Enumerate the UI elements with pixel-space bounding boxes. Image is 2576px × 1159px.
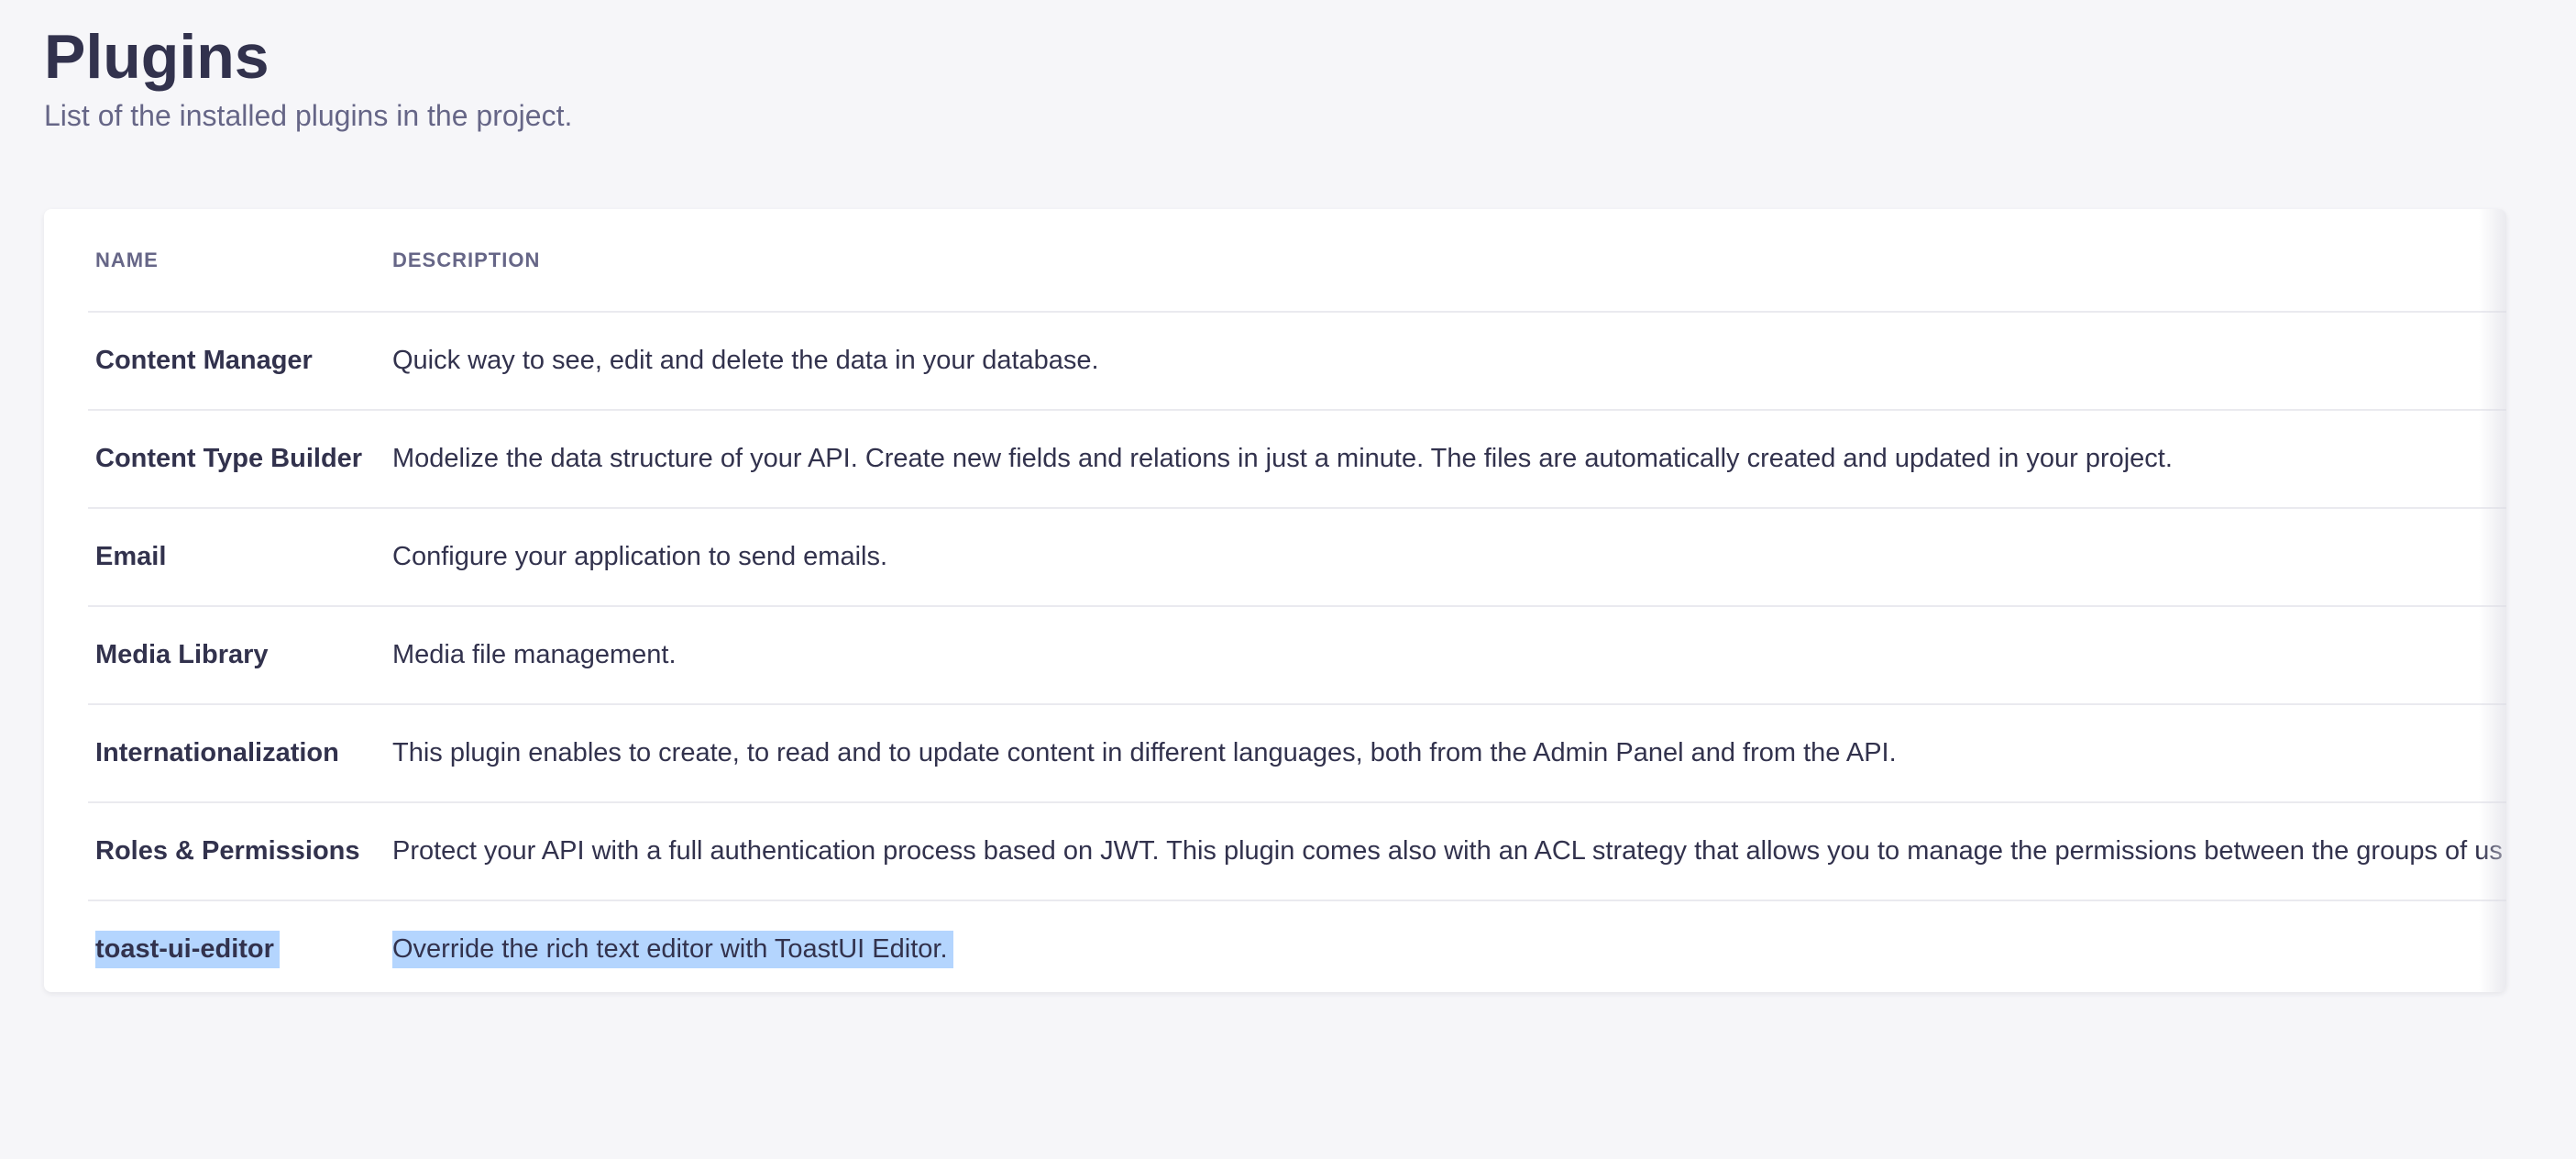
plugin-description-cell: Override the rich text editor with Toast… xyxy=(392,901,2506,992)
plugin-name: Roles & Permissions xyxy=(95,836,360,866)
table-row: Content Manager Quick way to see, edit a… xyxy=(88,313,2506,411)
plugin-description: Quick way to see, edit and delete the da… xyxy=(392,346,1099,375)
plugin-description-cell: This plugin enables to create, to read a… xyxy=(392,705,2506,801)
plugin-name-cell: Media Library xyxy=(95,607,380,703)
plugin-description-cell: Quick way to see, edit and delete the da… xyxy=(392,313,2506,409)
table-row: Email Configure your application to send… xyxy=(88,509,2506,607)
plugin-name: Email xyxy=(95,542,167,571)
plugin-description-cell: Protect your API with a full authenticat… xyxy=(392,803,2506,900)
table-header-row: NAME DESCRIPTION xyxy=(88,209,2506,313)
plugin-name: toast-ui-editor xyxy=(95,931,280,968)
plugins-table-card: NAME DESCRIPTION Content Manager Quick w… xyxy=(44,209,2506,992)
plugin-name: Internationalization xyxy=(95,738,339,767)
table-row: Roles & Permissions Protect your API wit… xyxy=(88,803,2506,901)
plugin-name-cell: Internationalization xyxy=(95,705,380,801)
plugin-description-cell: Modelize the data structure of your API.… xyxy=(392,411,2506,507)
page-subtitle: List of the installed plugins in the pro… xyxy=(44,99,573,132)
plugin-description-cell: Configure your application to send email… xyxy=(392,509,2506,605)
plugin-description: This plugin enables to create, to read a… xyxy=(392,738,1897,767)
plugin-description: Media file management. xyxy=(392,640,677,669)
plugin-description: Override the rich text editor with Toast… xyxy=(392,931,953,968)
column-header-description-label: DESCRIPTION xyxy=(392,248,541,271)
plugin-name-cell: Roles & Permissions xyxy=(95,803,380,900)
plugins-page: Plugins List of the installed plugins in… xyxy=(0,0,2576,1159)
plugin-description: Modelize the data structure of your API.… xyxy=(392,444,2173,473)
table-row: Media Library Media file management. xyxy=(88,607,2506,705)
table-row: Internationalization This plugin enables… xyxy=(88,705,2506,803)
column-header-description: DESCRIPTION xyxy=(392,209,2506,311)
plugin-name-cell: Content Manager xyxy=(95,313,380,409)
plugin-name-cell: Content Type Builder xyxy=(95,411,380,507)
plugin-name-cell: toast-ui-editor xyxy=(95,901,380,992)
column-header-name-label: NAME xyxy=(95,248,159,271)
plugin-name: Content Manager xyxy=(95,346,313,375)
column-header-name: NAME xyxy=(95,209,380,311)
table-row: Content Type Builder Modelize the data s… xyxy=(88,411,2506,509)
table-row-selected: toast-ui-editor Override the rich text e… xyxy=(88,901,2506,992)
plugin-name: Content Type Builder xyxy=(95,444,363,473)
plugin-description-cell: Media file management. xyxy=(392,607,2506,703)
plugin-description: Protect your API with a full authenticat… xyxy=(392,836,2503,866)
plugins-table: NAME DESCRIPTION Content Manager Quick w… xyxy=(88,209,2506,992)
page-title: Plugins xyxy=(44,22,270,92)
plugin-name-cell: Email xyxy=(95,509,380,605)
plugin-name: Media Library xyxy=(95,640,269,669)
page-header: Plugins List of the installed plugins in… xyxy=(44,20,572,134)
plugin-description: Configure your application to send email… xyxy=(392,542,888,571)
